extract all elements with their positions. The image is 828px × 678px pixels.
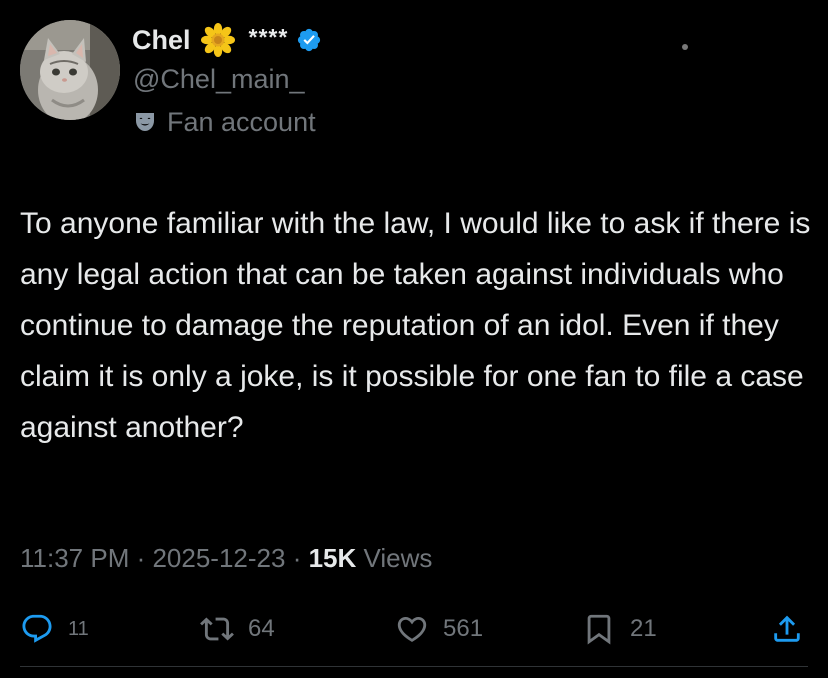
post-meta: 11:37 PM · 2025-12-23 · 15K Views <box>20 540 432 576</box>
avatar[interactable] <box>20 20 120 120</box>
author-name-row: Chel **** <box>132 22 322 58</box>
post-date[interactable]: 2025-12-23 <box>152 543 285 574</box>
like-button[interactable]: 561 <box>395 605 483 653</box>
decorative-dot <box>682 44 688 50</box>
meta-separator: · <box>129 542 153 573</box>
repost-icon <box>200 617 234 641</box>
like-count: 561 <box>443 615 484 642</box>
action-bar: 11 64 561 21 <box>0 605 828 653</box>
reply-button[interactable]: 11 <box>20 605 89 653</box>
repost-count: 64 <box>248 615 275 642</box>
divider <box>20 666 808 667</box>
reply-count: 11 <box>68 617 89 640</box>
bookmark-count: 21 <box>630 615 657 642</box>
author-display-name[interactable]: Chel <box>132 25 191 56</box>
views-label: Views <box>363 542 433 573</box>
share-button[interactable] <box>770 605 804 653</box>
like-icon <box>397 616 427 642</box>
bookmark-icon <box>587 614 611 645</box>
account-label: Fan account <box>133 104 316 140</box>
author-stars: **** <box>248 23 289 50</box>
views-count: 15K <box>308 542 357 573</box>
views-label-space <box>356 543 363 574</box>
performing-arts-icon <box>136 113 154 131</box>
avatar-cat-image <box>20 20 120 120</box>
repost-button[interactable]: 64 <box>200 605 275 653</box>
meta-separator: · <box>285 542 309 573</box>
share-icon <box>774 615 800 642</box>
post-body: To anyone familiar with the law, I would… <box>20 207 819 444</box>
account-label-text: Fan account <box>167 106 316 137</box>
verified-badge-icon[interactable] <box>296 27 322 53</box>
author-handle[interactable]: @Chel_main_ <box>133 64 305 95</box>
flower-emoji-icon <box>200 23 235 57</box>
reply-icon <box>22 614 52 643</box>
post-time[interactable]: 11:37 PM <box>20 543 129 574</box>
bookmark-button[interactable]: 21 <box>582 605 657 653</box>
